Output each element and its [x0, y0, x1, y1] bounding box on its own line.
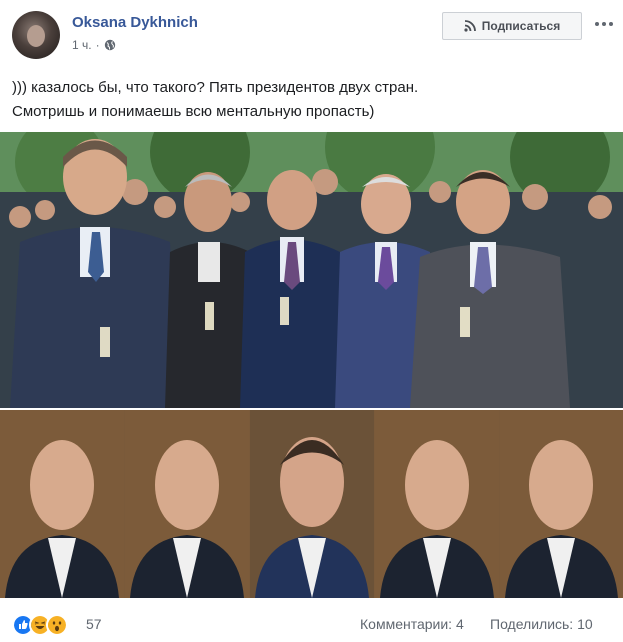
- post-text: ))) казалось бы, что такого? Пять презид…: [12, 76, 612, 124]
- comments-count-link[interactable]: Комментарии: 4: [360, 616, 464, 632]
- post-photo-group[interactable]: [0, 132, 623, 408]
- group-photo-illustration: [0, 132, 623, 408]
- more-dot: [609, 22, 613, 26]
- meta-separator: ·: [95, 38, 100, 52]
- author-name-link[interactable]: Oksana Dykhnich: [72, 14, 198, 31]
- reactions-summary[interactable]: [12, 614, 68, 636]
- post-header: Oksana Dykhnich 1 ч. · Подписаться: [0, 0, 623, 70]
- post-meta: 1 ч. ·: [72, 38, 116, 52]
- author-avatar[interactable]: [12, 11, 60, 59]
- more-dot: [602, 22, 606, 26]
- post-photo-portraits[interactable]: [0, 410, 623, 598]
- subscribe-label: Подписаться: [481, 19, 561, 33]
- shares-count-link[interactable]: Поделились: 10: [490, 616, 593, 632]
- wow-icon: [46, 614, 68, 636]
- reactions-count[interactable]: 57: [86, 616, 102, 632]
- post-footer: 57 Комментарии: 4 Поделились: 10: [0, 600, 623, 642]
- avatar-face: [27, 25, 45, 47]
- subscribe-button[interactable]: Подписаться: [442, 12, 582, 40]
- portraits-photo-illustration: [0, 410, 623, 598]
- more-options-button[interactable]: [592, 12, 616, 36]
- rss-icon: [464, 20, 476, 32]
- more-dot: [595, 22, 599, 26]
- globe-icon[interactable]: [104, 39, 116, 51]
- post-text-line: Смотришь и понимаешь всю ментальную проп…: [12, 103, 375, 120]
- post-text-line: ))) казалось бы, что такого? Пять презид…: [12, 79, 419, 96]
- post-timestamp[interactable]: 1 ч.: [72, 38, 92, 52]
